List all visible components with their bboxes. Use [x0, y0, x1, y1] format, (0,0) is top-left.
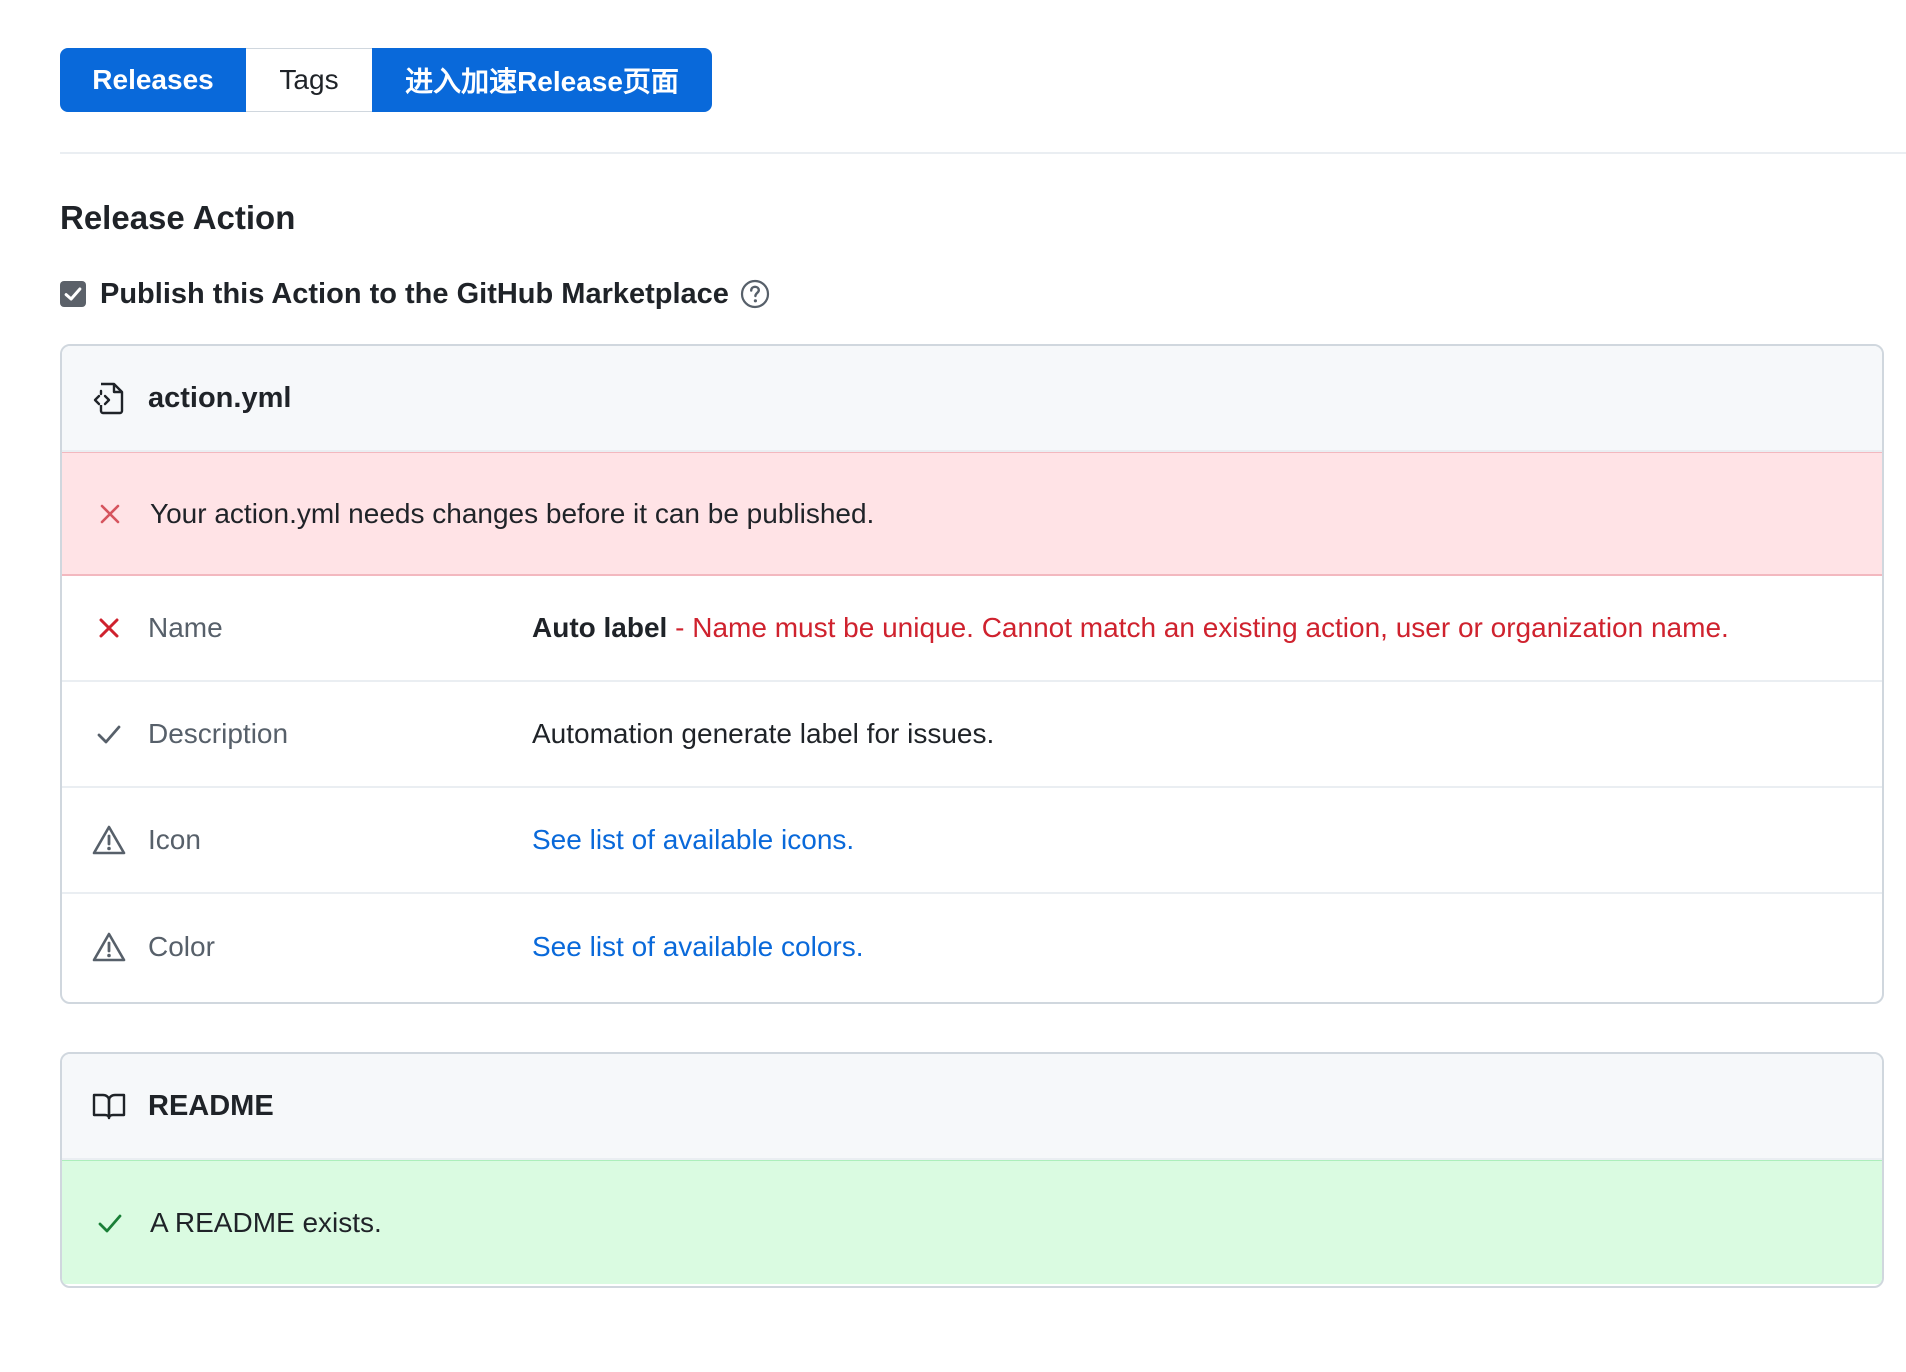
- publish-marketplace-checkbox[interactable]: [60, 281, 86, 307]
- readme-header: README: [62, 1054, 1882, 1160]
- section-title: Release Action: [60, 199, 296, 236]
- book-icon: [92, 1089, 126, 1123]
- x-icon: [92, 611, 126, 645]
- readme-box: README A README exists.: [60, 1052, 1884, 1288]
- action-yml-error-flash: Your action.yml needs changes before it …: [62, 452, 1882, 576]
- tab-accelerate-release[interactable]: 进入加速Release页面: [372, 48, 712, 112]
- action-yml-title: action.yml: [148, 381, 292, 414]
- action-yml-error-text: Your action.yml needs changes before it …: [150, 497, 875, 529]
- check-label-color: Color: [148, 931, 215, 962]
- available-colors-link[interactable]: See list of available colors.: [532, 931, 864, 963]
- x-icon: [96, 500, 124, 528]
- readme-success-text: A README exists.: [150, 1206, 382, 1238]
- publish-marketplace-label[interactable]: Publish this Action to the GitHub Market…: [100, 278, 729, 311]
- tab-tags[interactable]: Tags: [246, 48, 372, 112]
- check-row-color: Color See list of available colors.: [62, 894, 1882, 1000]
- check-icon: [92, 717, 126, 751]
- check-label-description: Description: [148, 718, 289, 749]
- alert-icon: [92, 930, 126, 964]
- check-row-name: Name Auto label - Name must be unique. C…: [62, 576, 1882, 682]
- checkmark-icon: [64, 287, 82, 301]
- readme-title: README: [148, 1089, 274, 1122]
- alert-icon: [92, 823, 126, 857]
- release-tabs: Releases Tags 进入加速Release页面: [60, 48, 712, 112]
- check-icon: [96, 1209, 124, 1237]
- check-label-name: Name: [148, 612, 223, 643]
- name-value: Auto label: [532, 612, 668, 643]
- available-icons-link[interactable]: See list of available icons.: [532, 824, 854, 856]
- check-row-description: Description Automation generate label fo…: [62, 682, 1882, 788]
- check-value-description: Automation generate label for issues.: [532, 718, 995, 749]
- name-error-message: - Name must be unique. Cannot match an e…: [667, 612, 1729, 643]
- check-label-icon: Icon: [148, 824, 201, 855]
- check-value-name: Auto label - Name must be unique. Cannot…: [532, 612, 1729, 644]
- tab-releases[interactable]: Releases: [60, 48, 246, 112]
- readme-success-flash: A README exists.: [62, 1160, 1882, 1284]
- header-divider: [60, 152, 1906, 154]
- question-circle-icon[interactable]: [739, 278, 771, 310]
- action-yml-header: action.yml: [62, 346, 1882, 452]
- action-yml-box: action.yml Your action.yml needs changes…: [60, 344, 1884, 1004]
- publish-marketplace-row: Publish this Action to the GitHub Market…: [60, 274, 771, 314]
- check-row-icon: Icon See list of available icons.: [62, 788, 1882, 894]
- file-code-icon: [92, 381, 126, 415]
